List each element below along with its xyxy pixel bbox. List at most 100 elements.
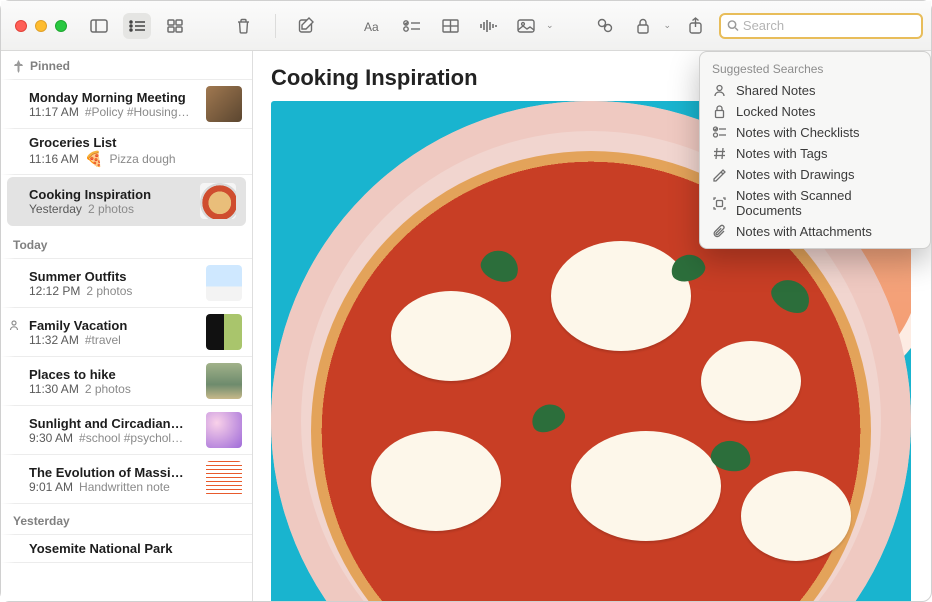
note-thumbnail (200, 183, 236, 219)
table-button[interactable] (436, 13, 464, 39)
search-suggestion-item[interactable]: Notes with Checklists (700, 122, 930, 143)
search-field[interactable] (719, 13, 923, 39)
note-list-time: 9:30 AM (29, 431, 73, 445)
note-list-item[interactable]: Monday Morning Meeting 11:17 AM #Policy … (1, 79, 252, 129)
lock-menu-button[interactable] (629, 13, 657, 39)
trash-icon (236, 18, 251, 34)
note-list-title: Sunlight and Circadian… (29, 416, 198, 431)
gallery-view-button[interactable] (161, 13, 189, 39)
note-list-meta: 2 photos (88, 202, 134, 216)
toggle-sidebar-button[interactable] (85, 13, 113, 39)
section-header-yesterday: Yesterday (1, 506, 252, 534)
note-list-time: 11:32 AM (29, 333, 79, 347)
note-list-meta: Handwritten note (79, 480, 170, 494)
pin-icon (13, 60, 24, 73)
media-menu-button[interactable] (512, 13, 540, 39)
note-list-title: Yosemite National Park (29, 541, 242, 556)
attach-icon (712, 224, 727, 239)
note-emoji-icon: 🍕 (85, 150, 104, 168)
note-thumbnail (206, 314, 242, 350)
note-list-title: Groceries List (29, 135, 242, 150)
search-suggestion-item[interactable]: Notes with Tags (700, 143, 930, 164)
note-list-title: Cooking Inspiration (29, 187, 192, 202)
note-list-time: 11:30 AM (29, 382, 79, 396)
note-list-title: The Evolution of Massi… (29, 465, 198, 480)
checklist-button[interactable] (398, 13, 426, 39)
audio-button[interactable] (474, 13, 502, 39)
format-icon: Aa (364, 19, 384, 33)
search-suggestion-label: Notes with Drawings (736, 167, 855, 182)
search-suggestion-label: Notes with Scanned Documents (736, 188, 918, 218)
shared-icon (712, 83, 727, 98)
note-list-item[interactable]: Summer Outfits 12:12 PM 2 photos (1, 258, 252, 308)
note-list-item[interactable]: The Evolution of Massi… 9:01 AM Handwrit… (1, 455, 252, 504)
note-list-meta: #Policy #Housing… (85, 105, 190, 119)
fullscreen-window-button[interactable] (55, 20, 67, 32)
notes-list-sidebar[interactable]: Pinned Monday Morning Meeting 11:17 AM #… (1, 51, 253, 601)
note-list-item[interactable]: Sunlight and Circadian… 9:30 AM #school … (1, 406, 252, 455)
lock-icon (636, 18, 650, 34)
note-list-title: Places to hike (29, 367, 198, 382)
note-list-meta: 2 photos (86, 284, 132, 298)
note-list-meta: #school #psychol… (79, 431, 183, 445)
list-icon (128, 19, 146, 33)
note-list-title: Monday Morning Meeting (29, 90, 198, 105)
list-view-button[interactable] (123, 13, 151, 39)
link-note-button[interactable] (591, 13, 619, 39)
section-label: Yesterday (13, 514, 70, 528)
search-suggestion-item[interactable]: Notes with Scanned Documents (700, 185, 930, 221)
note-list-time: 12:12 PM (29, 284, 80, 298)
note-thumbnail (206, 363, 242, 399)
grid-icon (167, 19, 183, 33)
note-list-meta: Pizza dough (110, 152, 176, 166)
checklist-icon (403, 19, 421, 33)
note-list-time: 11:16 AM (29, 152, 79, 166)
search-suggestion-item[interactable]: Locked Notes (700, 101, 930, 122)
table-icon (442, 19, 459, 33)
note-list-item[interactable]: Yosemite National Park (1, 534, 252, 563)
note-list-item[interactable]: Cooking Inspiration Yesterday 2 photos (7, 177, 246, 226)
search-input[interactable] (743, 18, 915, 33)
close-window-button[interactable] (15, 20, 27, 32)
shared-indicator-icon (7, 318, 21, 332)
note-thumbnail (206, 265, 242, 301)
note-list-item[interactable]: Places to hike 11:30 AM 2 photos (1, 357, 252, 406)
format-button[interactable]: Aa (360, 13, 388, 39)
tag-icon (712, 146, 727, 161)
scan-icon (712, 196, 727, 211)
lock-icon (712, 104, 727, 119)
note-list-time: 9:01 AM (29, 480, 73, 494)
note-list-time: Yesterday (29, 202, 82, 216)
search-suggestion-item[interactable]: Notes with Attachments (700, 221, 930, 242)
photo-icon (517, 19, 535, 33)
search-suggestion-label: Notes with Tags (736, 146, 828, 161)
window-controls (15, 20, 67, 32)
window-titlebar: Aa ⌄ ⌄ (1, 1, 931, 51)
share-button[interactable] (681, 13, 709, 39)
chevron-down-icon: ⌄ (663, 20, 671, 31)
checklist-icon (712, 125, 727, 140)
note-list-item[interactable]: Family Vacation 11:32 AM #travel (1, 308, 252, 357)
toolbar-pane-divider (275, 14, 276, 38)
compose-icon (298, 17, 315, 34)
dropdown-header: Suggested Searches (700, 58, 930, 80)
note-thumbnail (206, 412, 242, 448)
section-label: Today (13, 238, 47, 252)
minimize-window-button[interactable] (35, 20, 47, 32)
search-icon (727, 19, 739, 32)
section-header-pinned: Pinned (1, 51, 252, 79)
note-list-title: Summer Outfits (29, 269, 198, 284)
drawing-icon (712, 167, 727, 182)
search-suggestion-item[interactable]: Notes with Drawings (700, 164, 930, 185)
search-suggestion-label: Shared Notes (736, 83, 816, 98)
search-suggestion-label: Notes with Attachments (736, 224, 872, 239)
new-note-button[interactable] (292, 13, 320, 39)
search-suggestion-item[interactable]: Shared Notes (700, 80, 930, 101)
note-list-meta: #travel (85, 333, 121, 347)
waveform-icon (479, 19, 497, 33)
note-editor[interactable]: Cooking Inspiration Suggested Searches S… (253, 51, 931, 601)
delete-note-button[interactable] (229, 13, 257, 39)
note-list-meta: 2 photos (85, 382, 131, 396)
note-list-time: 11:17 AM (29, 105, 79, 119)
note-list-item[interactable]: Groceries List 11:16 AM 🍕 Pizza dough (1, 129, 252, 175)
